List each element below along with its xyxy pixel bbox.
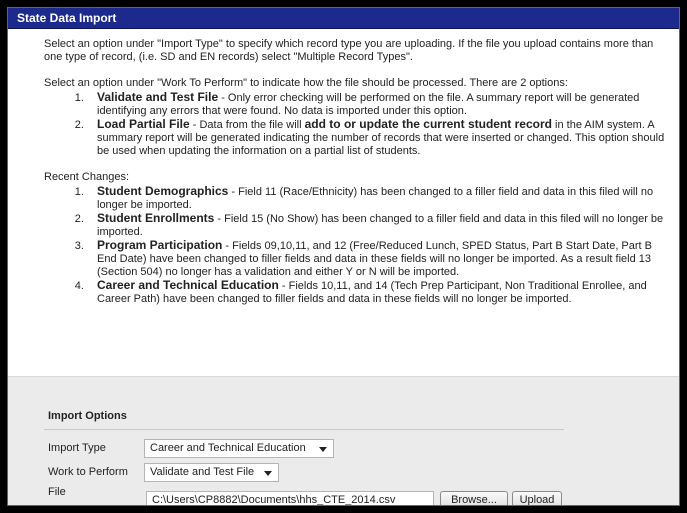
list-item: Career and Technical Education - Fields … bbox=[87, 279, 665, 306]
work-to-perform-label: Work to Perform bbox=[48, 466, 128, 478]
list-item: Student Demographics - Field 11 (Race/Et… bbox=[87, 185, 665, 212]
import-options-title: Import Options bbox=[48, 410, 127, 422]
chevron-down-icon bbox=[264, 471, 272, 476]
recent-changes-label: Recent Changes: bbox=[44, 171, 129, 183]
import-options-section: Import Options Import Type Career and Te… bbox=[8, 376, 679, 505]
panel-title: State Data Import bbox=[8, 8, 679, 29]
list-item: Program Participation - Fields 09,10,11,… bbox=[87, 239, 665, 279]
intro-paragraph-1: Select an option under "Import Type" to … bbox=[44, 38, 654, 63]
recent-changes-list: Student Demographics - Field 11 (Race/Et… bbox=[44, 185, 665, 306]
work-options-list: Validate and Test File - Only error chec… bbox=[44, 91, 665, 158]
work-to-perform-select[interactable]: Validate and Test File bbox=[144, 463, 279, 482]
list-item: Load Partial File - Data from the file w… bbox=[87, 118, 665, 158]
import-type-select[interactable]: Career and Technical Education bbox=[144, 439, 334, 458]
instructions: Select an option under "Import Type" to … bbox=[8, 29, 679, 306]
file-label: File bbox=[48, 486, 66, 498]
intro-paragraph-2: Select an option under "Work To Perform"… bbox=[44, 77, 568, 89]
work-to-perform-value: Validate and Test File bbox=[150, 466, 255, 478]
import-type-label: Import Type bbox=[48, 442, 106, 454]
list-item: Student Enrollments - Field 15 (No Show)… bbox=[87, 212, 665, 239]
section-divider bbox=[44, 429, 564, 430]
import-type-value: Career and Technical Education bbox=[150, 442, 306, 454]
chevron-down-icon bbox=[319, 447, 327, 452]
state-data-import-panel: State Data Import Select an option under… bbox=[7, 7, 680, 506]
list-item: Validate and Test File - Only error chec… bbox=[87, 91, 665, 118]
upload-button[interactable]: Upload bbox=[512, 491, 562, 505]
browse-button[interactable]: Browse... bbox=[440, 491, 508, 505]
file-path-field[interactable]: C:\Users\CP8882\Documents\hhs_CTE_2014.c… bbox=[146, 491, 434, 505]
